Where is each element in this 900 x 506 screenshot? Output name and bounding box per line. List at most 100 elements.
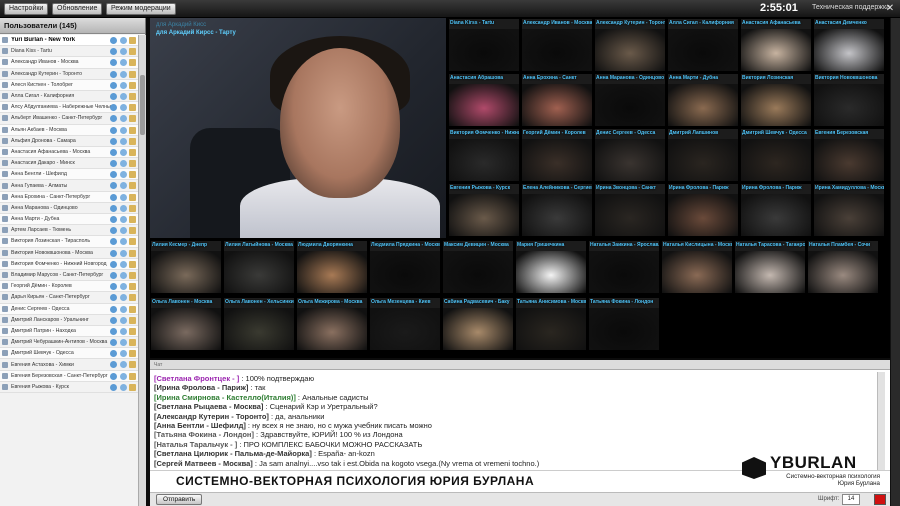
participant-video-tile[interactable]: Анастасия Абрашова xyxy=(448,73,520,127)
camera-icon[interactable] xyxy=(110,327,117,335)
hand-icon[interactable] xyxy=(129,81,136,89)
tech-support-link[interactable]: Техническая поддержка xyxy=(812,4,890,11)
camera-icon[interactable] xyxy=(110,126,117,134)
participant-video-tile[interactable]: Татьяна Анисимова - Москва xyxy=(515,297,587,351)
hand-icon[interactable] xyxy=(129,92,136,100)
participant-video-tile[interactable]: Татьяна Фокина - Лондон xyxy=(588,297,660,351)
microphone-icon[interactable] xyxy=(120,305,127,313)
microphone-icon[interactable] xyxy=(120,216,127,223)
microphone-icon[interactable] xyxy=(120,137,127,145)
camera-icon[interactable] xyxy=(110,283,117,291)
participant-video-tile[interactable]: Ирина Фролова - Париж xyxy=(667,183,739,237)
user-row[interactable]: Евгения Рыжова - Курск xyxy=(0,382,138,393)
user-row[interactable]: Евгения Березовская - Санкт-Петербург xyxy=(0,370,138,382)
participant-video-tile[interactable]: Анастасия Афанасьева xyxy=(740,18,812,72)
hand-icon[interactable] xyxy=(129,361,136,369)
participant-video-tile[interactable]: Наталья Кислицына - Москва xyxy=(661,240,733,294)
microphone-icon[interactable] xyxy=(120,339,127,347)
camera-icon[interactable] xyxy=(110,148,117,156)
participant-video-tile[interactable]: Ирина Звонцова - Санкт xyxy=(594,183,666,237)
microphone-icon[interactable] xyxy=(120,283,127,291)
user-row[interactable]: Дарья Кирьян - Санкт-Петербург xyxy=(0,292,138,304)
user-row[interactable]: Георгий Дёмин - Королев xyxy=(0,281,138,293)
hand-icon[interactable] xyxy=(129,238,136,246)
camera-icon[interactable] xyxy=(110,137,117,145)
hand-icon[interactable] xyxy=(129,350,136,358)
user-row[interactable]: Анна Бенгли - Шефилд xyxy=(0,169,138,181)
participant-video-tile[interactable]: Людмила Дворянкина xyxy=(296,240,368,294)
participant-video-tile[interactable]: Дмитрий Лапшинов xyxy=(667,128,739,182)
camera-icon[interactable] xyxy=(110,350,117,358)
microphone-icon[interactable] xyxy=(120,148,127,156)
user-row[interactable]: Алеся Кисткен - Толобрег xyxy=(0,79,138,91)
hand-icon[interactable] xyxy=(129,148,136,156)
users-list[interactable]: Yuri Burlan - New York Diana Kiss - Tartu… xyxy=(0,35,138,506)
camera-icon[interactable] xyxy=(110,81,117,89)
user-row[interactable]: Анна Марти - Дубна xyxy=(0,214,138,226)
camera-icon[interactable] xyxy=(110,227,117,235)
camera-icon[interactable] xyxy=(110,361,117,369)
settings-button[interactable]: Настройки xyxy=(4,3,49,15)
user-row[interactable]: Алла Сигал - Калифорния xyxy=(0,91,138,103)
microphone-icon[interactable] xyxy=(120,171,127,179)
camera-icon[interactable] xyxy=(110,372,117,380)
participant-video-tile[interactable]: Лилия Кесмер - Днепр xyxy=(150,240,222,294)
refresh-button[interactable]: Обновление xyxy=(52,3,103,15)
camera-icon[interactable] xyxy=(110,216,117,223)
right-scrollbar[interactable] xyxy=(890,18,900,506)
microphone-icon[interactable] xyxy=(120,182,127,190)
microphone-icon[interactable] xyxy=(120,115,127,123)
microphone-icon[interactable] xyxy=(120,361,127,369)
hand-icon[interactable] xyxy=(129,193,136,201)
participant-video-tile[interactable]: Анастасия Демченко xyxy=(813,18,885,72)
camera-icon[interactable] xyxy=(110,383,117,391)
user-row[interactable]: Владимир Марусов - Санкт-Петербург xyxy=(0,270,138,282)
camera-icon[interactable] xyxy=(110,160,117,168)
user-row[interactable]: Анна Маранова - Одинцово xyxy=(0,203,138,214)
camera-icon[interactable] xyxy=(110,294,117,302)
camera-icon[interactable] xyxy=(110,271,117,279)
microphone-icon[interactable] xyxy=(120,327,127,335)
microphone-icon[interactable] xyxy=(120,48,127,56)
camera-icon[interactable] xyxy=(110,260,117,268)
participant-video-tile[interactable]: Виктория Лозинская xyxy=(740,73,812,127)
microphone-icon[interactable] xyxy=(120,160,127,168)
hand-icon[interactable] xyxy=(129,37,136,44)
user-row[interactable]: Дмитрий Чебурашкин-Антипов - Москва xyxy=(0,337,138,349)
user-row[interactable]: Дмитрий Патрин - Находка xyxy=(0,325,138,338)
hand-icon[interactable] xyxy=(129,104,136,112)
hand-icon[interactable] xyxy=(129,126,136,134)
microphone-icon[interactable] xyxy=(120,193,127,201)
camera-icon[interactable] xyxy=(110,238,117,246)
participant-video-tile[interactable]: Анна Маранова - Одинцово xyxy=(594,73,666,127)
participant-video-tile[interactable]: Георгий Дёмин - Королев xyxy=(521,128,593,182)
camera-icon[interactable] xyxy=(110,92,117,100)
user-row[interactable]: Дмитрий Шевчук - Одесса xyxy=(0,348,138,360)
close-icon[interactable]: ✕ xyxy=(884,3,896,15)
main-video[interactable]: для Аркадий Кисс для Аркадий Кирсс - Тар… xyxy=(150,18,446,238)
text-color-picker[interactable] xyxy=(874,494,886,505)
hand-icon[interactable] xyxy=(129,294,136,302)
hand-icon[interactable] xyxy=(129,115,136,123)
hand-icon[interactable] xyxy=(129,249,136,257)
participant-video-tile[interactable]: Дмитрий Шевчук - Одесса xyxy=(740,128,812,182)
microphone-icon[interactable] xyxy=(120,204,127,212)
hand-icon[interactable] xyxy=(129,283,136,291)
participant-video-tile[interactable]: Максим Девицин - Москва xyxy=(442,240,514,294)
participant-video-tile[interactable]: Елена Алейникова - Сергиев xyxy=(521,183,593,237)
camera-icon[interactable] xyxy=(110,249,117,257)
user-row[interactable]: Виктория Новоквшонова - Москва xyxy=(0,248,138,259)
participant-video-tile[interactable]: Ольга Мезенцева - Киев xyxy=(369,297,441,351)
user-row[interactable]: Артем Ларсаев - Тюмень xyxy=(0,225,138,237)
user-row[interactable]: Анастасия Дакаро - Минск xyxy=(0,158,138,170)
participant-video-tile[interactable]: Diana Kirss - Tartu xyxy=(448,18,520,72)
hand-icon[interactable] xyxy=(129,383,136,391)
camera-icon[interactable] xyxy=(110,182,117,190)
user-row[interactable]: Альберт Ивашенко - Санкт-Петербург xyxy=(0,113,138,125)
participant-video-tile[interactable]: Виктория Новоквшонова xyxy=(813,73,885,127)
participant-video-tile[interactable]: Сабина Радвасевич - Баку xyxy=(442,297,514,351)
users-scrollbar[interactable] xyxy=(138,35,146,506)
user-row[interactable]: Евгения Астахова - Химки xyxy=(0,359,138,371)
microphone-icon[interactable] xyxy=(120,294,127,302)
camera-icon[interactable] xyxy=(110,305,117,313)
